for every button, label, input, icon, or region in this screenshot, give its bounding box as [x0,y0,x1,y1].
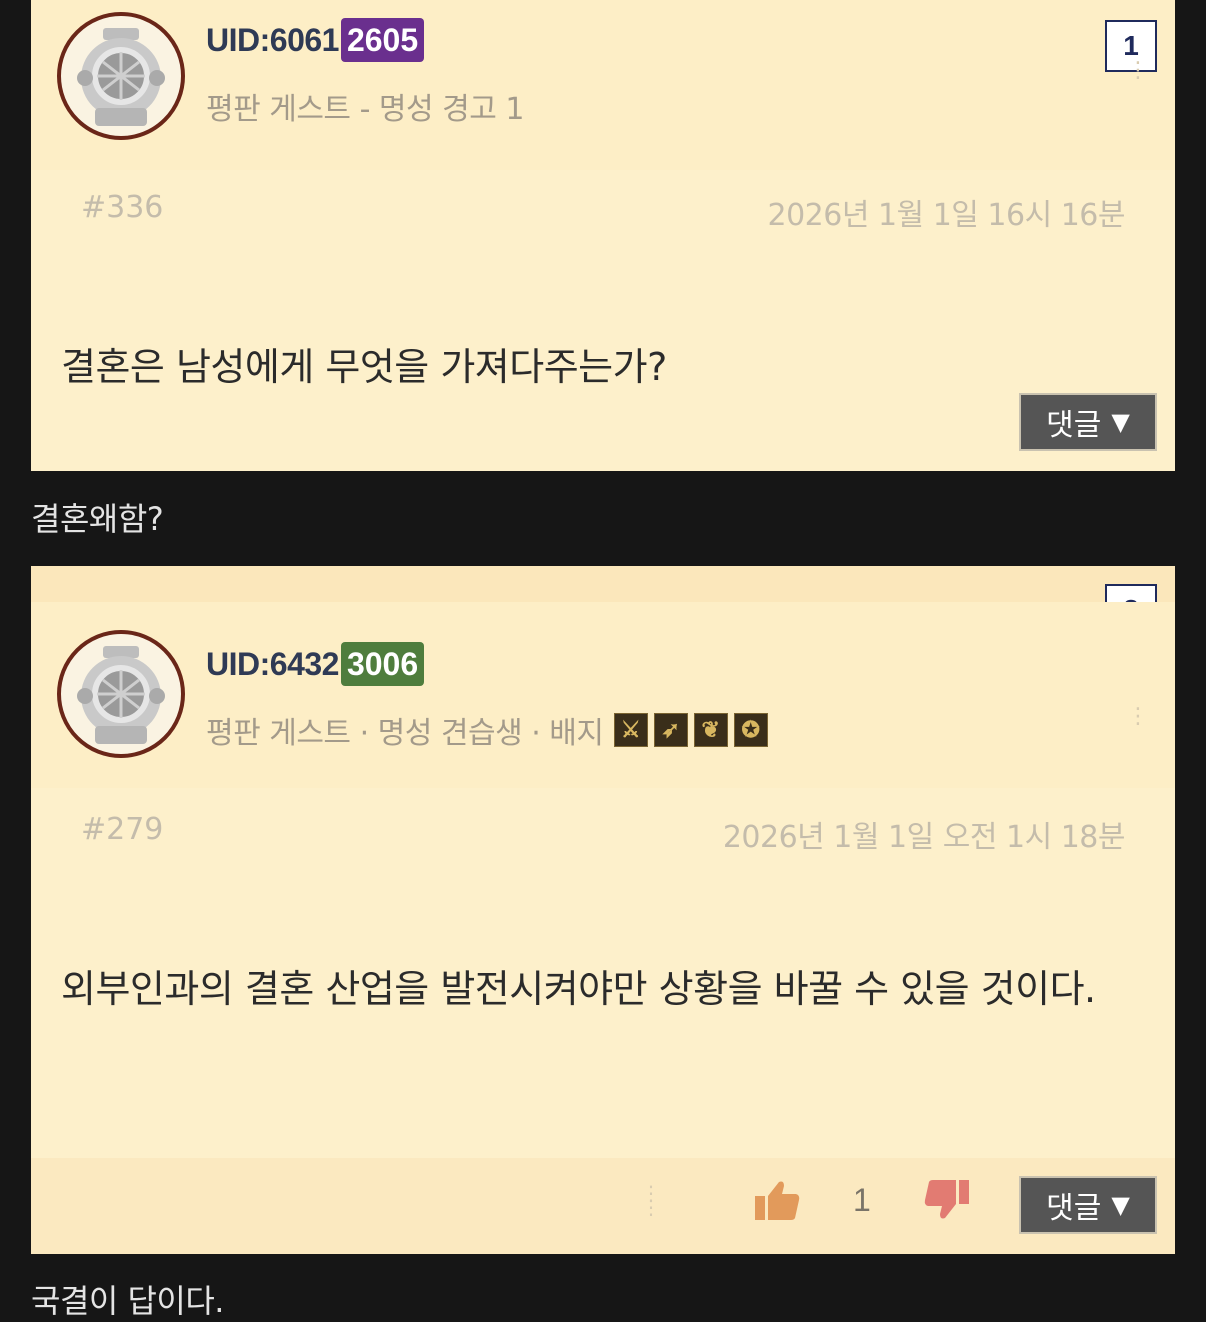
post-card-2: 2 UID:6432 3006 평판 게스트 · 명성 견습생 · 배지 ⚔ ➶… [31,566,1175,1254]
reply-button[interactable]: 댓글 ▼ [1019,393,1157,451]
like-count: 1 [853,1181,871,1218]
user-level-badge: 3006 [340,642,425,686]
badge-icon-4[interactable]: ✪ [733,713,768,747]
user-id-row: UID:6432 3006 [206,642,425,686]
user-id-row: UID:6061 2605 [206,18,425,62]
more-options-icon[interactable]: ⋮ ⋮ [641,1183,661,1217]
post-card-1: UID:6061 2605 평판 게스트 - 명성 경고 1 1 ⋮ #336 … [31,0,1175,471]
user-id[interactable]: UID:6061 [206,22,339,59]
post-number: #279 [81,812,164,847]
reply-label: 댓글 [1046,1191,1102,1226]
thumbs-up-icon[interactable] [753,1178,801,1222]
diving-helmet-icon [77,646,165,744]
badge-icon-2[interactable]: ➶ [653,713,688,747]
avatar[interactable] [57,12,185,140]
reputation-row: 평판 게스트 · 명성 견습생 · 배지 ⚔ ➶ ❦ ✪ [206,708,768,752]
post-date: 2026년 1월 1일 16시 16분 [767,198,1125,233]
user-id[interactable]: UID:6432 [206,646,339,683]
badge-icons: ⚔ ➶ ❦ ✪ [613,713,768,747]
reply-button[interactable]: 댓글 ▼ [1019,1176,1157,1234]
reputation-text: 평판 게스트 · 명성 견습생 · 배지 [206,716,604,751]
badge-icon-1[interactable]: ⚔ [613,713,648,747]
reply-label: 댓글 [1046,408,1102,443]
user-level-badge: 2605 [340,18,425,62]
caret-down-icon: ▼ [1111,408,1130,436]
caret-down-icon: ▼ [1111,1191,1130,1219]
post-date: 2026년 1월 1일 오전 1시 18분 [722,820,1126,855]
post-header: UID:6432 3006 평판 게스트 · 명성 견습생 · 배지 ⚔ ➶ ❦… [31,602,1175,788]
caption: 결혼왜함? [31,500,164,538]
post-header: UID:6061 2605 평판 게스트 - 명성 경고 1 1 ⋮ [31,0,1175,170]
diving-helmet-icon [77,28,165,126]
thumbs-down-icon[interactable] [923,1178,971,1222]
post-text: 외부인과의 결혼 산업을 발전시켜야만 상황을 바꿀 수 있을 것이다. [61,967,1096,1011]
caption: 국결이 답이다. [31,1282,224,1320]
vote-bar: ⋮ ⋮ 1 [641,1178,971,1222]
post-number: #336 [81,190,164,225]
more-options-icon[interactable]: ⋮ [1127,706,1149,728]
reputation-text: 평판 게스트 - 명성 경고 1 [206,92,525,127]
avatar[interactable] [57,630,185,758]
more-options-icon[interactable]: ⋮ [1127,60,1149,82]
badge-icon-3[interactable]: ❦ [693,713,728,747]
post-text: 결혼은 남성에게 무엇을 가져다주는가? [61,345,667,389]
